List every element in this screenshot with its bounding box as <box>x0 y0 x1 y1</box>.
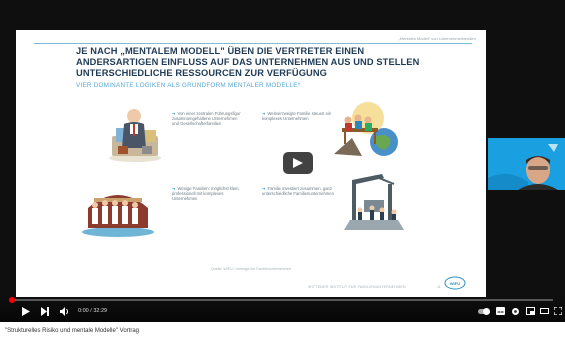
theater-icon[interactable] <box>540 307 549 315</box>
logo-text: WIFU <box>450 281 460 286</box>
slide-footer: WITTENER INSTITUT FÜR FAMILIENUNTERNEHME… <box>308 285 406 289</box>
quadrant-text-small-family: ➔ Wenige Familien: möglichst klein, profe… <box>172 186 240 201</box>
subtitles-icon[interactable] <box>496 307 505 315</box>
settings-icon[interactable] <box>511 307 520 316</box>
time-display: 0:00 / 32:29 <box>78 308 107 314</box>
miniplayer-icon[interactable] <box>526 307 535 315</box>
time-total: 32:29 <box>93 308 108 314</box>
quadrant-text-investor-family: ➔ Familie investiert zusammen, ganz unter… <box>262 186 334 196</box>
video-player[interactable]: „Mentales Modell" von Unternehmerfamilie… <box>0 0 565 322</box>
volume-icon[interactable] <box>60 307 70 316</box>
quadrant-text-central-leader: ➔ Von einer zentralen Führungsfigur zusam… <box>172 111 241 126</box>
slide-page-number: 11 <box>437 285 441 289</box>
speaker-image <box>488 138 565 190</box>
slide-subtitle: Vier dominante Logiken als Grundform men… <box>76 82 301 89</box>
progress-bar[interactable] <box>9 297 553 303</box>
time-current: 0:00 <box>78 308 89 314</box>
slide-title: Je nach „mentalem Modell" üben die Vertr… <box>76 46 420 78</box>
large-family-illustration <box>334 102 398 156</box>
player-controls: 0:00 / 32:29 <box>0 296 565 322</box>
slide-header-rule <box>34 43 472 44</box>
video-title-caption[interactable]: "Strukturelles Risiko und mentale Modell… <box>5 328 139 334</box>
speaker-webcam <box>488 138 565 190</box>
progress-scrubber[interactable] <box>9 297 15 303</box>
fullscreen-icon[interactable] <box>554 307 562 315</box>
wifu-logo: WIFU <box>444 276 466 290</box>
central-leader-illustration <box>109 109 161 162</box>
quadrant-text-large-family: ➔ Weitverzweigte Familie steuert ein komp… <box>262 111 332 121</box>
autoplay-toggle-icon[interactable] <box>478 308 490 315</box>
slide-header-note: „Mentales Modell" von Unternehmerfamilie… <box>398 36 476 41</box>
play-icon <box>293 158 303 168</box>
investor-family-illustration <box>344 174 404 230</box>
play-icon[interactable] <box>22 307 30 316</box>
small-family-group-illustration <box>82 195 154 237</box>
large-play-button[interactable] <box>283 152 313 174</box>
next-icon[interactable] <box>41 307 49 316</box>
slide-source-note: Quelle: WIFU / Umfrage bei Familienunter… <box>211 267 291 271</box>
presentation-slide: „Mentales Modell" von Unternehmerfamilie… <box>16 30 486 297</box>
